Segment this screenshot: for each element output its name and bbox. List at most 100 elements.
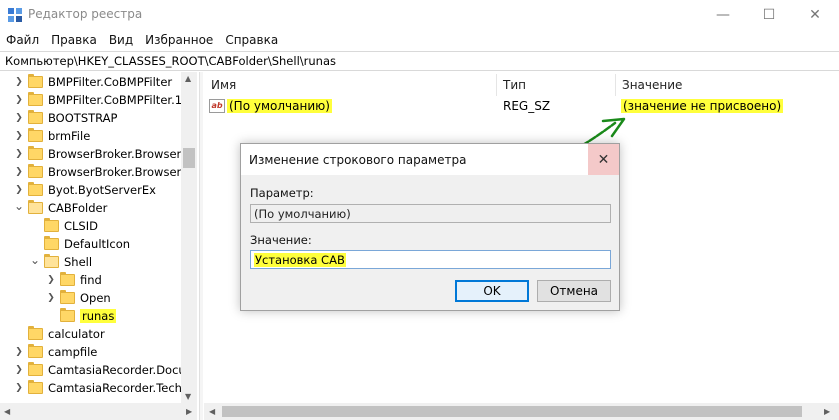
window-title: Редактор реестра (28, 7, 143, 21)
menu-file[interactable]: Файл (6, 33, 39, 47)
folder-icon (28, 128, 43, 142)
folder-icon (28, 182, 43, 196)
tree-item[interactable]: ❯ Open (46, 289, 111, 307)
value-input[interactable]: Установка CAB (250, 250, 611, 269)
parameter-field: (По умолчанию) (250, 204, 611, 223)
tree-item-label: runas (80, 309, 117, 323)
chevron-down-icon[interactable]: ⌄ (14, 199, 24, 217)
values-horizontal-scrollbar[interactable]: ◀ ▶ (204, 403, 839, 420)
chevron-right-icon[interactable]: ❯ (14, 145, 24, 163)
tree-scroll-thumb[interactable] (183, 148, 195, 168)
scroll-right-icon[interactable]: ▶ (824, 407, 830, 416)
folder-icon (28, 362, 43, 376)
tree-item[interactable]: ❯ find (46, 271, 102, 289)
tree-item[interactable]: ⌄ Shell (30, 253, 92, 271)
chevron-right-icon[interactable]: ❯ (14, 163, 24, 181)
column-header-value[interactable]: Значение (622, 78, 682, 92)
pane-splitter[interactable] (199, 72, 203, 420)
tree-horizontal-scrollbar[interactable]: ◀ ▶ (0, 403, 197, 420)
tree-item[interactable]: DefaultIcon (30, 235, 130, 253)
chevron-right-icon[interactable]: ❯ (14, 73, 24, 91)
tree-item[interactable]: ❯ BMPFilter.CoBMPFilter (14, 73, 172, 91)
chevron-right-icon[interactable]: ❯ (46, 271, 56, 289)
tree-item[interactable]: ❯ brmFile (14, 127, 90, 145)
minimize-icon: — (716, 7, 730, 23)
tree-item[interactable]: calculator (14, 325, 105, 343)
dialog-title-bar[interactable]: Изменение строкового параметра ✕ (241, 144, 619, 175)
dialog-title: Изменение строкового параметра (249, 153, 467, 167)
registry-tree: ❯ BMPFilter.CoBMPFilter ❯ BMPFilter.CoBMPFi… (0, 72, 197, 420)
title-bar: Редактор реестра — ☐ ✕ (0, 0, 839, 30)
tree-item-label: DefaultIcon (64, 237, 131, 251)
column-header-name[interactable]: Имя (211, 78, 236, 92)
tree-item-label: BOOTSTRAP (48, 111, 118, 125)
ok-button[interactable]: OK (455, 280, 529, 302)
scroll-up-icon[interactable]: ▲ (185, 74, 191, 83)
menu-favorites[interactable]: Избранное (145, 33, 213, 47)
menu-help[interactable]: Справка (225, 33, 278, 47)
scroll-left-icon[interactable]: ◀ (209, 407, 215, 416)
scroll-down-icon[interactable]: ▼ (185, 392, 191, 401)
dialog-close-button[interactable]: ✕ (588, 144, 619, 175)
tree-item[interactable]: ❯ BMPFilter.CoBMPFilter.1 (14, 91, 182, 109)
values-scroll-thumb[interactable] (222, 406, 802, 417)
chevron-right-icon[interactable]: ❯ (14, 343, 24, 361)
scroll-left-icon[interactable]: ◀ (4, 407, 10, 416)
folder-icon (28, 74, 43, 88)
value-type: REG_SZ (503, 99, 551, 113)
column-header-type[interactable]: Тип (503, 78, 526, 92)
value-data: (значение не присвоено) (621, 99, 784, 113)
tree-item[interactable]: ❯ CamtasiaRecorder.Docun (14, 361, 193, 379)
chevron-right-icon[interactable]: ❯ (46, 289, 56, 307)
chevron-right-icon[interactable]: ❯ (14, 181, 24, 199)
menu-bar: Файл Правка Вид Избранное Справка (0, 30, 839, 50)
minimize-button[interactable]: — (700, 0, 746, 30)
chevron-right-icon[interactable]: ❯ (14, 91, 24, 109)
value-row-type[interactable]: REG_SZ (503, 97, 550, 115)
chevron-right-icon[interactable]: ❯ (14, 379, 24, 397)
tree-item[interactable]: ❯ campfile (14, 343, 97, 361)
tree-item[interactable]: runas (46, 307, 117, 325)
folder-icon (28, 344, 43, 358)
parameter-label: Параметр: (250, 186, 314, 200)
chevron-right-icon[interactable]: ❯ (14, 361, 24, 379)
column-divider[interactable] (615, 74, 616, 96)
edit-string-dialog: Изменение строкового параметра ✕ Парамет… (240, 143, 620, 311)
menu-edit[interactable]: Правка (51, 33, 97, 47)
tree-item[interactable]: ❯ BrowserBroker.BrowserBr (14, 163, 194, 181)
tree-item[interactable]: ❯ BrowserBroker.BrowserBr (14, 145, 194, 163)
close-icon: ✕ (809, 7, 821, 23)
address-bar[interactable]: Компьютер\HKEY_CLASSES_ROOT\CABFolder\Sh… (0, 51, 839, 71)
chevron-right-icon[interactable]: ❯ (14, 109, 24, 127)
maximize-icon: ☐ (762, 7, 776, 23)
tree-item[interactable]: CLSID (30, 217, 98, 235)
tree-item[interactable]: ❯ Byot.ByotServerEx (14, 181, 156, 199)
scroll-right-icon[interactable]: ▶ (186, 407, 192, 416)
folder-icon (28, 110, 43, 124)
close-button[interactable]: ✕ (792, 0, 838, 30)
tree-item[interactable]: ❯ CamtasiaRecorder.TechSr (14, 379, 194, 397)
tree-item-label: calculator (48, 327, 105, 341)
maximize-button[interactable]: ☐ (746, 0, 792, 30)
value-name: (По умолчанию) (227, 99, 332, 113)
tree-item[interactable]: ❯ BOOTSTRAP (14, 109, 117, 127)
column-divider[interactable] (496, 74, 497, 96)
tree-item-label: CamtasiaRecorder.Docun (48, 363, 193, 377)
tree-item-label: Shell (64, 255, 93, 269)
value-row-data[interactable]: (значение не присвоено) (621, 97, 784, 115)
tree-item-label: CLSID (64, 219, 98, 233)
folder-icon (60, 290, 75, 304)
tree-item[interactable]: ⌄ CABFolder (14, 199, 107, 217)
value-row-name[interactable]: ab (По умолчанию) (209, 97, 332, 115)
tree-vertical-scrollbar[interactable]: ▲ ▼ (181, 72, 197, 403)
chevron-right-icon[interactable]: ❯ (14, 127, 24, 145)
cancel-button[interactable]: Отмена (537, 280, 611, 302)
folder-icon (60, 272, 75, 286)
value-input-text: Установка CAB (254, 252, 346, 267)
menu-view[interactable]: Вид (109, 33, 133, 47)
chevron-down-icon[interactable]: ⌄ (30, 253, 40, 271)
folder-icon (44, 236, 59, 250)
